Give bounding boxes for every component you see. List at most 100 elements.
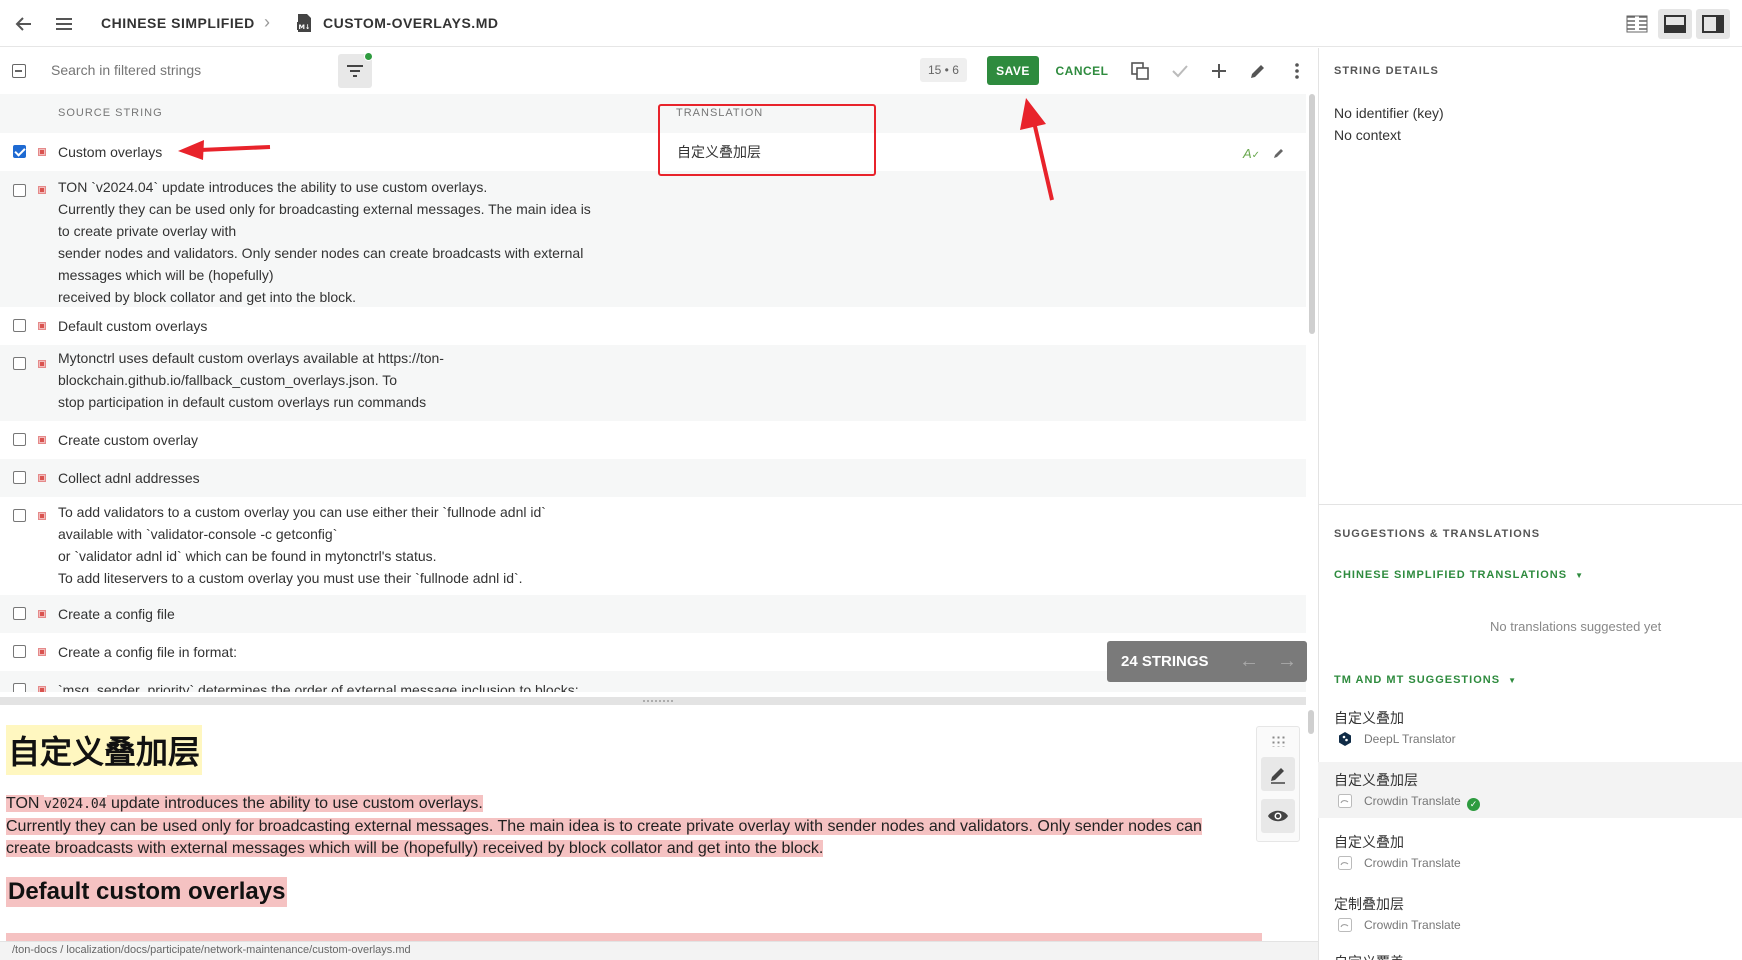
- source-text: Create a config file in format:: [58, 644, 237, 660]
- suggestion-item[interactable]: 自定义叠加 Crowdin Translate: [1318, 824, 1742, 880]
- save-button[interactable]: SAVE: [987, 56, 1039, 85]
- suggestion-item[interactable]: 自定义覆盖: [1318, 946, 1742, 960]
- string-row[interactable]: Create a config file: [0, 595, 1306, 633]
- row-checkbox[interactable]: [13, 433, 26, 446]
- string-row[interactable]: Create custom overlay: [0, 421, 1306, 459]
- suggestion-item[interactable]: 自定义叠加 DeepL Translator: [1318, 700, 1742, 756]
- suggestion-item[interactable]: 定制叠加层 Crowdin Translate: [1318, 886, 1742, 942]
- string-details-title: STRING DETAILS: [1334, 65, 1439, 77]
- chevron-right-icon: ›: [264, 12, 270, 32]
- file-path: /ton-docs / localization/docs/participat…: [0, 941, 1318, 960]
- source-text: `msg_sender_priority` determines the ord…: [58, 682, 579, 692]
- preview-text: TON: [6, 795, 44, 812]
- preview-code: v2024.04: [43, 797, 107, 812]
- cancel-button[interactable]: CANCEL: [1052, 56, 1112, 85]
- markdown-file-icon: M↓: [294, 13, 314, 33]
- untranslated-marker-icon: [38, 474, 46, 482]
- translations-dropdown-label: CHINESE SIMPLIFIED TRANSLATIONS: [1334, 569, 1568, 581]
- verified-check-icon: ✓: [1467, 798, 1481, 811]
- preview-scrollbar[interactable]: [1308, 710, 1314, 734]
- caret-down-icon: ▼: [1575, 571, 1585, 580]
- preview-edit-icon[interactable]: [1261, 757, 1295, 791]
- preview-tools: [1256, 726, 1300, 842]
- preview-subheading: Default custom overlays: [6, 877, 288, 907]
- editor-toolbar: 15 • 6 SAVE CANCEL: [0, 48, 1318, 94]
- strings-pager: 24 STRINGS ← →: [1107, 641, 1307, 682]
- untranslated-marker-icon: [38, 610, 46, 618]
- add-icon[interactable]: [1207, 59, 1231, 83]
- translations-dropdown[interactable]: CHINESE SIMPLIFIED TRANSLATIONS ▼: [1334, 569, 1584, 581]
- string-row[interactable]: TON `v2024.04` update introduces the abi…: [0, 171, 1306, 307]
- identifier-text: No identifier (key): [1334, 105, 1444, 121]
- svg-text:M↓: M↓: [299, 23, 311, 31]
- suggestion-text: 自定义叠加: [1334, 834, 1404, 850]
- string-row[interactable]: To add validators to a custom overlay yo…: [0, 497, 1306, 595]
- row-checkbox[interactable]: [13, 607, 26, 620]
- view-horizontal-icon[interactable]: [1658, 9, 1692, 39]
- prev-arrow-icon[interactable]: ←: [1239, 650, 1259, 673]
- untranslated-marker-icon: [38, 148, 46, 156]
- pane-resizer[interactable]: [0, 697, 1306, 705]
- untranslated-marker-icon: [38, 360, 46, 368]
- tm-mt-dropdown[interactable]: TM AND MT SUGGESTIONS ▼: [1334, 674, 1517, 686]
- row-checkbox[interactable]: [13, 319, 26, 332]
- row-checkbox[interactable]: [13, 683, 26, 692]
- source-text: Default custom overlays: [58, 318, 208, 334]
- caret-down-icon: ▼: [1508, 676, 1518, 685]
- source-text: Custom overlays: [58, 144, 163, 160]
- more-vertical-icon[interactable]: [1285, 59, 1309, 83]
- source-text: To add validators to a custom overlay yo…: [58, 504, 546, 586]
- crowdin-translate-icon: [1338, 794, 1352, 808]
- row-checkbox[interactable]: [13, 645, 26, 658]
- suggestion-source: Crowdin Translate ✓: [1364, 794, 1481, 811]
- string-counter: 15 • 6: [920, 58, 967, 82]
- string-list: SOURCE STRING TRANSLATION Custom overlay…: [0, 94, 1306, 692]
- panel-separator: [1318, 504, 1742, 505]
- spellcheck-icon[interactable]: A✓: [1243, 143, 1260, 167]
- drag-handle-icon[interactable]: [1271, 735, 1287, 747]
- filter-active-dot: [364, 52, 373, 61]
- crowdin-translate-icon: [1338, 918, 1352, 932]
- view-panel-icon[interactable]: [1696, 9, 1730, 39]
- suggestion-source: Crowdin Translate: [1364, 856, 1461, 870]
- breadcrumb-language[interactable]: CHINESE SIMPLIFIED: [101, 15, 255, 31]
- search-input[interactable]: [51, 62, 311, 78]
- collapse-icon[interactable]: [12, 64, 26, 78]
- source-text: Create a config file: [58, 606, 175, 622]
- source-column-header: SOURCE STRING: [58, 107, 163, 119]
- back-arrow-icon[interactable]: [12, 12, 36, 36]
- preview-eye-icon[interactable]: [1261, 799, 1295, 833]
- suggestion-text: 自定义叠加: [1334, 710, 1404, 726]
- menu-icon[interactable]: [52, 12, 76, 36]
- copy-source-icon[interactable]: [1128, 59, 1152, 83]
- view-sidebyside-icon[interactable]: [1620, 9, 1654, 39]
- next-arrow-icon[interactable]: →: [1277, 650, 1297, 673]
- suggestion-item[interactable]: 自定义叠加层 Crowdin Translate ✓: [1318, 762, 1742, 818]
- preview-pane: 自定义叠加层 TON v2024.04 update introduces th…: [0, 705, 1306, 941]
- preview-text: update introduces the ability to use cus…: [106, 795, 483, 812]
- row-checkbox[interactable]: [13, 471, 26, 484]
- deepl-icon: [1338, 732, 1352, 746]
- edit-pencil-icon[interactable]: [1246, 59, 1270, 83]
- row-checkbox[interactable]: [13, 509, 26, 522]
- filter-button[interactable]: [338, 52, 373, 88]
- row-checkbox[interactable]: [13, 184, 26, 197]
- row-checkbox[interactable]: [13, 357, 26, 370]
- string-row[interactable]: Collect adnl addresses: [0, 459, 1306, 497]
- suggestion-source: Crowdin Translate: [1364, 918, 1461, 932]
- list-scrollbar[interactable]: [1309, 94, 1315, 334]
- suggestion-text: 定制叠加层: [1334, 896, 1404, 912]
- suggestion-text: 自定义覆盖: [1334, 952, 1404, 960]
- crowdin-translate-icon: [1338, 856, 1352, 870]
- string-row[interactable]: Mytonctrl uses default custom overlays a…: [0, 345, 1306, 421]
- source-text: Mytonctrl uses default custom overlays a…: [58, 350, 444, 410]
- annotation-box: [658, 104, 876, 176]
- suggestions-title: SUGGESTIONS & TRANSLATIONS: [1334, 528, 1541, 540]
- edit-row-icon[interactable]: [1272, 144, 1286, 166]
- suggestion-text: 自定义叠加层: [1334, 772, 1418, 788]
- row-checkbox[interactable]: [13, 145, 26, 158]
- untranslated-marker-icon: [38, 648, 46, 656]
- source-text: Collect adnl addresses: [58, 470, 200, 486]
- string-row[interactable]: Default custom overlays: [0, 307, 1306, 345]
- approve-check-icon[interactable]: [1168, 59, 1192, 83]
